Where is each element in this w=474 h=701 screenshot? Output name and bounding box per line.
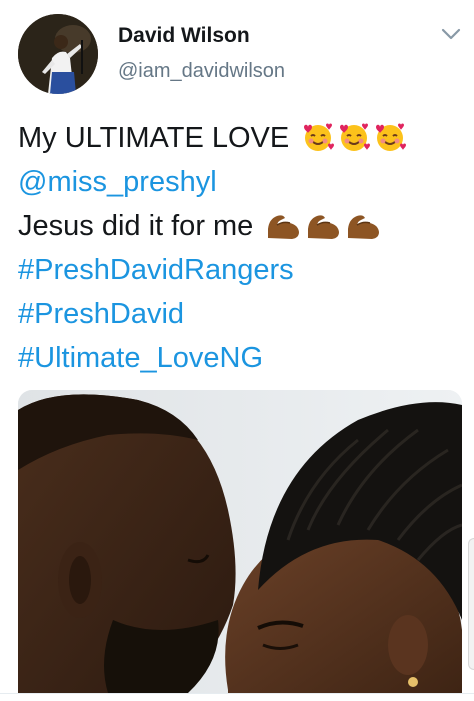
flexed-biceps-icon bbox=[268, 215, 300, 239]
tweet-text: My ULTIMATE LOVE @miss_preshyl Jesus did… bbox=[18, 116, 458, 380]
avatar[interactable] bbox=[18, 14, 98, 94]
tweet-line-6: #Ultimate_LoveNG bbox=[18, 336, 458, 380]
hashtag-link[interactable]: #PreshDavidRangers bbox=[18, 254, 294, 286]
tweet-line-3: Jesus did it for me bbox=[18, 204, 458, 248]
flexed-biceps-icon bbox=[308, 215, 340, 239]
tweet-line-2: @miss_preshyl bbox=[18, 160, 458, 204]
tweet-line-text: My ULTIMATE LOVE bbox=[18, 122, 290, 154]
author-handle[interactable]: @iam_davidwilson bbox=[118, 60, 285, 83]
chevron-down-icon[interactable] bbox=[440, 26, 462, 42]
scroll-handle[interactable] bbox=[468, 538, 474, 670]
divider bbox=[0, 693, 474, 701]
smiling-face-with-hearts-icon bbox=[304, 123, 335, 151]
author-display-name[interactable]: David Wilson bbox=[118, 24, 250, 48]
hashtag-link[interactable]: #Ultimate_LoveNG bbox=[18, 342, 263, 374]
tweet-photo[interactable] bbox=[18, 390, 462, 693]
smiling-face-with-hearts-emoji-group bbox=[301, 121, 409, 166]
tweet-card[interactable]: David Wilson @iam_davidwilson My ULTIMAT… bbox=[0, 0, 474, 701]
flexed-biceps-icon bbox=[348, 215, 380, 239]
hashtag-link[interactable]: #PreshDavid bbox=[18, 298, 184, 330]
tweet-line-text: Jesus did it for me bbox=[18, 210, 254, 242]
smiling-face-with-hearts-icon bbox=[376, 123, 407, 151]
tweet-line-5: #PreshDavid bbox=[18, 292, 458, 336]
mention-link[interactable]: @miss_preshyl bbox=[18, 166, 217, 198]
tweet-line-1: My ULTIMATE LOVE bbox=[18, 116, 458, 160]
tweet-line-4: #PreshDavidRangers bbox=[18, 248, 458, 292]
smiling-face-with-hearts-icon bbox=[340, 123, 371, 151]
